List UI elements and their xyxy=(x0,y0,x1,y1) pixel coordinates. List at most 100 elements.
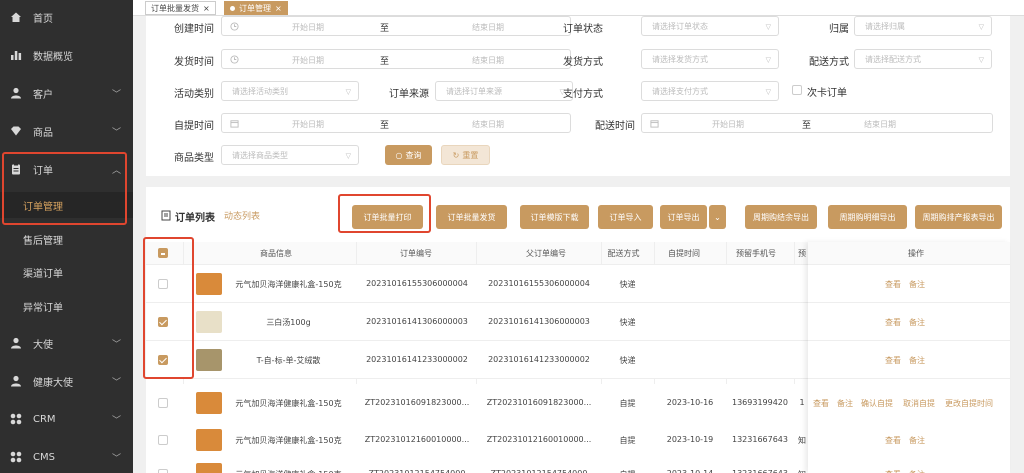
cycle-schedule-export-button[interactable]: 周期购排产报表导出 xyxy=(915,205,1002,229)
batch-ship-button[interactable]: 订单批量发货 xyxy=(436,205,507,229)
row-action-link[interactable]: 查看 xyxy=(885,317,901,328)
column-header: 商品信息 xyxy=(260,249,292,258)
activity-type-select[interactable]: 请选择活动类别 ▽ xyxy=(221,81,359,101)
cycle-detail-export-button[interactable]: 周期购明细导出 xyxy=(828,205,907,229)
row-action-link[interactable]: 备注 xyxy=(909,317,925,328)
ship-time-range[interactable]: 开始日期 至 结束日期 xyxy=(221,49,571,69)
create-time-label: 创建时间 xyxy=(174,24,214,35)
row-action-link[interactable]: 备注 xyxy=(909,279,925,290)
row-action-link[interactable]: 确认自提 xyxy=(861,398,893,409)
row-action-link[interactable]: 取消自提 xyxy=(903,398,935,409)
table-row: 元气加贝海洋健康礼盒-150克 ZT20231012154754000ZT2023… xyxy=(146,455,1010,473)
product-type-select[interactable]: 请选择商品类型 ▽ xyxy=(221,145,359,165)
select-placeholder: 请选择支付方式 xyxy=(652,86,708,96)
parent-order-number: 20231016155306000004 xyxy=(488,279,590,288)
tab-batch-ship[interactable]: 订单批量发货 × xyxy=(145,1,216,15)
order-export-button[interactable]: 订单导出 xyxy=(660,205,707,229)
dispatch-method-label: 配送方式 xyxy=(809,57,849,68)
sidebar-item-crm[interactable]: CRM ﹀ xyxy=(0,405,133,433)
product-name: 三白汤100g xyxy=(266,318,311,327)
sidebar-item-ambassador[interactable]: 大使 ﹀ xyxy=(0,329,133,357)
sidebar-item-after-sales[interactable]: 售后管理 xyxy=(0,226,133,252)
order-number: ZT20231016091823000... xyxy=(364,398,470,407)
end-date-placeholder: 结束日期 xyxy=(472,23,504,32)
tab-order-management[interactable]: 订单管理 × xyxy=(224,1,288,15)
sidebar-item-customer[interactable]: 客户 ﹀ xyxy=(0,79,133,107)
table-header: 商品信息 订单编号 父订单编号 配送方式 自提时间 预留手机号 预 操作 xyxy=(146,242,1010,265)
row-checkbox[interactable] xyxy=(158,398,168,408)
create-time-range[interactable]: 开始日期 至 结束日期 xyxy=(221,16,571,36)
range-separator: 至 xyxy=(380,121,390,131)
sidebar-item-abnormal-order[interactable]: 异常订单 xyxy=(0,293,133,319)
pay-method-select[interactable]: 请选择支付方式 ▽ xyxy=(641,81,779,101)
cycle-balance-export-button[interactable]: 周期购结余导出 xyxy=(745,205,817,229)
sidebar-item-label: CMS xyxy=(33,451,55,463)
calendar-icon xyxy=(230,120,239,128)
order-status-select[interactable]: 请选择订单状态 ▽ xyxy=(641,16,779,36)
reset-button[interactable]: ↻ 重置 xyxy=(441,145,490,165)
sidebar-item-cms[interactable]: CMS ﹀ xyxy=(0,443,133,471)
dispatch-method-select[interactable]: 请选择配送方式 ▽ xyxy=(854,49,992,69)
sidebar-item-label: 健康大使 xyxy=(33,377,73,389)
select-placeholder: 请选择商品类型 xyxy=(232,150,288,160)
main-area: 订单批量发货 × 订单管理 × 创建时间 开始日期 至 结束日期 订单状态 请选… xyxy=(133,0,1024,473)
ship-method: 快递 xyxy=(619,280,636,289)
export-dropdown-button[interactable]: ⌄ xyxy=(709,205,726,229)
sidebar-item-home[interactable]: 首页 xyxy=(0,3,133,31)
active-dot-icon xyxy=(230,5,235,11)
column-header: 父订单编号 xyxy=(526,249,566,258)
row-action-link[interactable]: 备注 xyxy=(837,398,853,409)
bar-chart-icon xyxy=(11,51,22,60)
row-action-link[interactable]: 查看 xyxy=(813,398,829,409)
order-number: 20231016141306000003 xyxy=(366,317,468,326)
row-action-link[interactable]: 查看 xyxy=(885,279,901,290)
ship-method-label: 发货方式 xyxy=(563,57,603,68)
sidebar-item-product[interactable]: 商品 ﹀ xyxy=(0,117,133,145)
parent-order-number: 20231016141233000002 xyxy=(488,355,590,364)
row-action-link[interactable]: 备注 xyxy=(909,469,925,473)
parent-order-number: ZT20231012154754000 xyxy=(478,469,600,473)
sidebar-item-health-ambassador[interactable]: 健康大使 ﹀ xyxy=(0,367,133,395)
delivery-time-range[interactable]: 开始日期 至 结束日期 xyxy=(641,113,993,133)
range-separator: 至 xyxy=(802,121,812,131)
row-action-link[interactable]: 更改自提时间 xyxy=(945,398,993,409)
belong-select[interactable]: 请选择归属 ▽ xyxy=(854,16,992,36)
chevron-down-icon: ▽ xyxy=(765,23,771,31)
pickup-time-range[interactable]: 开始日期 至 结束日期 xyxy=(221,113,571,133)
search-button[interactable]: ○ 查询 xyxy=(385,145,432,165)
parent-order-number: 20231016141306000003 xyxy=(488,317,590,326)
order-number: 20231016155306000004 xyxy=(366,279,468,288)
parent-order-number: ZT20231016091823000... xyxy=(486,398,592,407)
row-checkbox[interactable] xyxy=(158,435,168,445)
chevron-down-icon: ▽ xyxy=(978,56,984,64)
close-icon[interactable]: × xyxy=(275,4,282,13)
order-import-button[interactable]: 订单导入 xyxy=(598,205,653,229)
chevron-down-icon: ﹀ xyxy=(112,339,122,350)
activity-type-label: 活动类别 xyxy=(174,89,214,100)
product-thumbnail xyxy=(196,429,222,451)
grid-icon xyxy=(10,451,22,463)
row-action-link[interactable]: 备注 xyxy=(909,355,925,366)
row-checkbox[interactable] xyxy=(158,469,168,473)
row-action-link[interactable]: 查看 xyxy=(885,435,901,446)
template-download-button[interactable]: 订单模版下载 xyxy=(520,205,589,229)
diamond-icon xyxy=(11,126,21,136)
table-row: 元气加贝海洋健康礼盒-150克 ZT20231016091823000... ZT2… xyxy=(146,384,1010,422)
next-card-checkbox[interactable] xyxy=(792,85,802,95)
ship-method-select[interactable]: 请选择发货方式 ▽ xyxy=(641,49,779,69)
ship-time-label: 发货时间 xyxy=(174,57,214,68)
product-name: 元气加贝海洋健康礼盒-150克 xyxy=(235,399,342,408)
row-action-link[interactable]: 备注 xyxy=(909,435,925,446)
sidebar-item-channel-order[interactable]: 渠道订单 xyxy=(0,259,133,285)
row-action-link[interactable]: 查看 xyxy=(885,469,901,473)
product-thumbnail xyxy=(196,349,222,371)
sidebar-item-overview[interactable]: 数据概览 xyxy=(0,41,133,69)
close-icon[interactable]: × xyxy=(203,4,210,13)
range-separator: 至 xyxy=(380,24,390,34)
list-title: 订单列表 xyxy=(175,213,215,224)
end-date-placeholder: 结束日期 xyxy=(864,120,896,129)
start-date-placeholder: 开始日期 xyxy=(292,120,324,129)
ship-method: 自提 xyxy=(601,469,654,473)
row-action-link[interactable]: 查看 xyxy=(885,355,901,366)
pickup-time: 2023-10-19 xyxy=(666,435,714,444)
